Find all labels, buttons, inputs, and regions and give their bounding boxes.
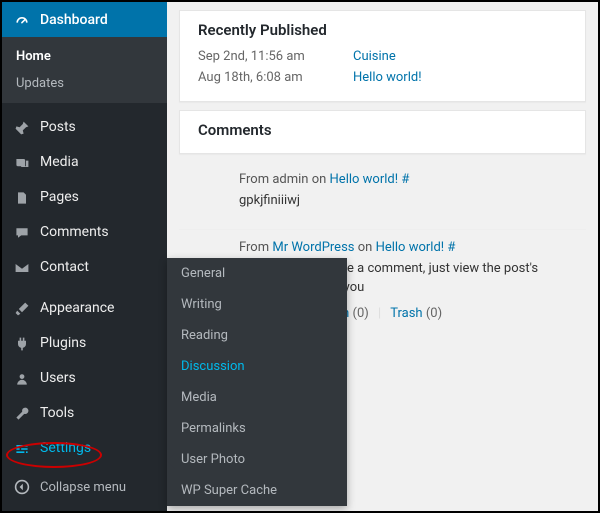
admin-sidebar: Dashboard Home Updates Posts Media Pages xyxy=(2,2,167,511)
comment-author-link[interactable]: Mr WordPress xyxy=(272,240,354,255)
comment-post-link[interactable]: Hello world! xyxy=(376,240,445,255)
user-icon xyxy=(12,368,32,387)
sidebar-item-label: Tools xyxy=(40,405,74,421)
comment-post-link[interactable]: Hello world! xyxy=(330,172,399,187)
submenu-item-home[interactable]: Home xyxy=(2,43,167,70)
comment-body: gpkjfiniiiwj xyxy=(239,191,580,211)
comment-meta: From Mr WordPress on Hello world! # xyxy=(239,240,580,255)
separator-pipe: | xyxy=(372,306,387,321)
wrench-icon xyxy=(12,403,32,422)
trash-count: (0) xyxy=(426,306,442,321)
pin-icon xyxy=(12,117,32,136)
sidebar-item-label: Media xyxy=(40,154,79,170)
sidebar-item-users[interactable]: Users xyxy=(2,360,167,395)
recent-post-link[interactable]: Hello world! xyxy=(353,70,422,85)
recent-post-time: Sep 2nd, 11:56 am xyxy=(198,49,353,64)
sidebar-item-media[interactable]: Media xyxy=(2,144,167,179)
sidebar-item-label: Posts xyxy=(40,119,76,135)
filter-trash-link[interactable]: Trash xyxy=(390,306,422,321)
recently-published-heading: Recently Published xyxy=(198,21,567,39)
settings-item-media[interactable]: Media xyxy=(167,382,347,413)
sidebar-item-comments[interactable]: Comments xyxy=(2,214,167,249)
recent-post-time: Aug 18th, 6:08 am xyxy=(198,70,353,85)
plug-icon xyxy=(12,333,32,352)
comment-item: From admin on Hello world! # gpkjfiniiiw… xyxy=(179,162,586,229)
spam-count: (0) xyxy=(353,306,369,321)
dashboard-submenu: Home Updates xyxy=(2,37,167,103)
comments-box: Comments xyxy=(179,110,586,154)
settings-item-permalinks[interactable]: Permalinks xyxy=(167,413,347,444)
settings-item-discussion[interactable]: Discussion xyxy=(167,351,347,382)
collapse-icon xyxy=(12,479,32,495)
sidebar-item-label: Comments xyxy=(40,224,109,240)
recent-post-link[interactable]: Cuisine xyxy=(353,49,396,64)
sidebar-item-label: Dashboard xyxy=(40,12,108,28)
collapse-label: Collapse menu xyxy=(40,480,126,495)
recent-post-row: Aug 18th, 6:08 am Hello world! xyxy=(198,70,567,85)
comments-heading: Comments xyxy=(198,121,567,139)
sidebar-item-tools[interactable]: Tools xyxy=(2,395,167,430)
settings-item-wp-super-cache[interactable]: WP Super Cache xyxy=(167,475,347,506)
sidebar-item-label: Appearance xyxy=(40,300,114,316)
sidebar-item-pages[interactable]: Pages xyxy=(2,179,167,214)
recently-published-box: Recently Published Sep 2nd, 11:56 am Cui… xyxy=(179,10,586,102)
brush-icon xyxy=(12,298,32,317)
mail-icon xyxy=(12,257,32,276)
comment-meta: From admin on Hello world! # xyxy=(239,172,580,187)
dashboard-icon xyxy=(12,10,32,29)
settings-item-general[interactable]: General xyxy=(167,258,347,289)
sidebar-item-plugins[interactable]: Plugins xyxy=(2,325,167,360)
settings-item-reading[interactable]: Reading xyxy=(167,320,347,351)
sidebar-item-label: Pages xyxy=(40,189,79,205)
sidebar-item-label: Users xyxy=(40,370,76,386)
sidebar-item-label: Settings xyxy=(40,440,91,456)
comment-from-prefix: From xyxy=(239,240,272,255)
settings-item-user-photo[interactable]: User Photo xyxy=(167,444,347,475)
settings-item-writing[interactable]: Writing xyxy=(167,289,347,320)
sidebar-item-settings[interactable]: Settings xyxy=(2,430,167,465)
comment-from-prefix: From admin on xyxy=(239,172,330,187)
sidebar-item-label: Contact xyxy=(40,259,89,275)
comment-on-text: on xyxy=(358,240,376,255)
submenu-item-updates[interactable]: Updates xyxy=(2,70,167,97)
sidebar-item-label: Plugins xyxy=(40,335,86,351)
comment-hash-link[interactable]: # xyxy=(401,172,409,187)
comment-hash-link[interactable]: # xyxy=(447,240,455,255)
sliders-icon xyxy=(12,438,32,457)
settings-flyout: General Writing Reading Discussion Media… xyxy=(167,258,347,506)
pages-icon xyxy=(12,187,32,206)
sidebar-item-dashboard[interactable]: Dashboard xyxy=(2,2,167,37)
sidebar-item-contact[interactable]: Contact xyxy=(2,249,167,284)
sidebar-item-appearance[interactable]: Appearance xyxy=(2,290,167,325)
comment-icon xyxy=(12,222,32,241)
media-icon xyxy=(12,152,32,171)
collapse-menu-button[interactable]: Collapse menu xyxy=(2,471,167,503)
sidebar-item-posts[interactable]: Posts xyxy=(2,109,167,144)
recent-post-row: Sep 2nd, 11:56 am Cuisine xyxy=(198,49,567,64)
